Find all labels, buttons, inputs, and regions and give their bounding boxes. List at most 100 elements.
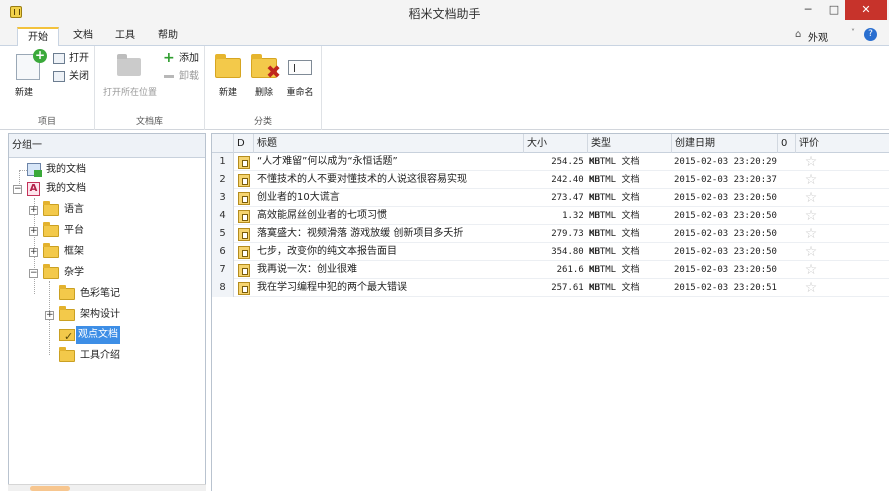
skin-menu[interactable]: 外观: [808, 29, 828, 44]
table-row[interactable]: 1 “人才难留”何以成为“永恒话题” 254.25 KB MHTML 文档 20…: [212, 153, 889, 171]
close-doc-icon: [53, 71, 65, 82]
minimize-button[interactable]: ─: [795, 0, 821, 20]
table-row[interactable]: 2 不懂技术的人不要对懂技术的人说这很容易实现 242.40 KB MHTML …: [212, 171, 889, 189]
doc-date: 2015-02-03 23:20:50: [674, 193, 777, 203]
star-icon[interactable]: ☆: [803, 225, 819, 243]
scrollbar-thumb[interactable]: [30, 486, 70, 491]
document-icon: [236, 261, 252, 279]
help-icon[interactable]: ?: [864, 28, 877, 41]
tree-item-framework[interactable]: + 框架: [29, 243, 189, 261]
doc-title: 落寞盛大：视频滑落 游戏放缓 创新项目多夭折: [257, 228, 464, 239]
column-header-title[interactable]: 标题: [254, 134, 524, 153]
doc-type: MHTML 文档: [589, 265, 640, 275]
folder-icon: [59, 306, 75, 321]
group-label-project: 项目: [37, 117, 56, 127]
column-header-type[interactable]: 类型: [588, 134, 672, 153]
delete-category-label: 删除: [254, 88, 273, 98]
row-number: 6: [212, 243, 234, 261]
star-icon[interactable]: ☆: [803, 189, 819, 207]
star-icon[interactable]: ☆: [803, 261, 819, 279]
star-icon[interactable]: ☆: [803, 153, 819, 171]
table-row[interactable]: 4 高效能屌丝创业者的七项习惯 1.32 MB MHTML 文档 2015-02…: [212, 207, 889, 225]
expand-icon[interactable]: +: [29, 206, 38, 215]
collapse-icon[interactable]: −: [13, 185, 22, 194]
row-number: 2: [212, 171, 234, 189]
tree-item-misc[interactable]: − 杂学: [29, 264, 189, 282]
table-row[interactable]: 8 我在学习编程中犯的两个最大错误 257.61 KB MHTML 文档 201…: [212, 279, 889, 297]
document-list: D 标题 大小 类型 创建日期 0 评价 1 “人才难留”何以成为“永恒话题” …: [211, 133, 889, 491]
expand-icon[interactable]: +: [29, 227, 38, 236]
folder-icon: [215, 54, 241, 78]
new-project-button[interactable]: 新建: [4, 49, 47, 100]
star-icon[interactable]: ☆: [803, 171, 819, 189]
tree-header[interactable]: 分组一: [9, 134, 205, 158]
folder-icon: [43, 222, 59, 237]
expand-icon[interactable]: +: [45, 311, 54, 320]
row-number: 8: [212, 279, 234, 297]
remove-label: 卸载: [179, 71, 199, 82]
plus-icon: +: [163, 50, 175, 66]
doc-title: 不懂技术的人不要对懂技术的人说这很容易实现: [257, 174, 467, 185]
tree-item-opinion-docs[interactable]: 观点文档: [59, 326, 199, 346]
column-header-flag[interactable]: 0: [778, 134, 796, 153]
expand-icon[interactable]: +: [29, 248, 38, 257]
tree-item-my-docs[interactable]: − A 我的文档: [13, 180, 193, 198]
document-icon: [236, 207, 252, 225]
close-button[interactable]: ✕: [845, 0, 887, 20]
tree-item-label: 语言: [64, 204, 84, 215]
table-row[interactable]: 5 落寞盛大：视频滑落 游戏放缓 创新项目多夭折 279.73 KB MHTML…: [212, 225, 889, 243]
rename-category-button[interactable]: 重命名: [280, 50, 320, 100]
maximize-button[interactable]: □: [821, 0, 847, 20]
rename-icon: [288, 60, 312, 75]
rename-category-label: 重命名: [286, 88, 314, 98]
tree-horizontal-scrollbar[interactable]: [8, 484, 206, 491]
new-category-button[interactable]: 新建: [208, 50, 248, 100]
chevron-down-icon[interactable]: ˅: [851, 28, 855, 37]
table-row[interactable]: 3 创业者的10大谎言 273.47 KB MHTML 文档 2015-02-0…: [212, 189, 889, 207]
star-icon[interactable]: ☆: [803, 279, 819, 297]
tree-item-language[interactable]: + 语言: [29, 201, 189, 219]
column-header-icon[interactable]: D: [234, 134, 254, 153]
tab-start[interactable]: 开始: [17, 27, 59, 46]
tree-item-label: 框架: [64, 246, 84, 257]
folder-icon: [43, 201, 59, 216]
doc-date: 2015-02-03 23:20:37: [674, 175, 777, 185]
tab-help[interactable]: 帮助: [150, 27, 186, 46]
row-number: 7: [212, 261, 234, 279]
computer-icon: [27, 163, 42, 177]
tree-item-pc-docs[interactable]: 我的文档: [27, 161, 197, 179]
open-location-button[interactable]: 打开所在位置: [103, 50, 157, 100]
doc-type: MHTML 文档: [589, 247, 640, 257]
delete-category-button[interactable]: ✖ 删除: [244, 50, 284, 100]
star-icon[interactable]: ☆: [803, 207, 819, 225]
doc-type: MHTML 文档: [589, 229, 640, 239]
table-row[interactable]: 6 七步，改变你的纯文本报告面目 354.80 KB MHTML 文档 2015…: [212, 243, 889, 261]
document-icon: [236, 225, 252, 243]
title-bar: 稻米文档助手 ─ □ ✕: [0, 0, 889, 24]
document-icon: [236, 189, 252, 207]
table-row[interactable]: 7 我再说一次：创业很难 261.6 KB MHTML 文档 2015-02-0…: [212, 261, 889, 279]
tree-item-color-notes[interactable]: 色彩笔记: [59, 285, 199, 303]
tree-item-platform[interactable]: + 平台: [29, 222, 189, 240]
tree-item-architecture[interactable]: + 架构设计: [45, 306, 195, 324]
skin-icon[interactable]: ⌂: [795, 29, 801, 40]
column-header-rating[interactable]: 评价: [796, 134, 889, 153]
table-header: D 标题 大小 类型 创建日期 0 评价: [212, 134, 889, 153]
tree-item-label: 色彩笔记: [80, 288, 120, 299]
tree-item-label: 我的文档: [46, 164, 86, 175]
tab-document[interactable]: 文档: [66, 27, 100, 46]
doc-type: MHTML 文档: [589, 283, 640, 293]
window-title: 稻米文档助手: [408, 7, 481, 21]
tree-line: [19, 170, 27, 171]
collapse-icon[interactable]: −: [29, 269, 38, 278]
doc-title: 七步，改变你的纯文本报告面目: [257, 246, 397, 257]
folder-icon: [59, 285, 75, 300]
star-icon[interactable]: ☆: [803, 243, 819, 261]
column-header-date[interactable]: 创建日期: [672, 134, 778, 153]
document-icon: [236, 243, 252, 261]
library-icon: A: [27, 182, 40, 196]
tab-tools[interactable]: 工具: [108, 27, 142, 46]
column-header-size[interactable]: 大小: [524, 134, 588, 153]
tree-item-tools-intro[interactable]: 工具介绍: [59, 347, 199, 365]
ribbon: 新建 打开 关闭 项目 打开所在位置 + 添加 卸载 文档库 新建: [0, 46, 889, 130]
